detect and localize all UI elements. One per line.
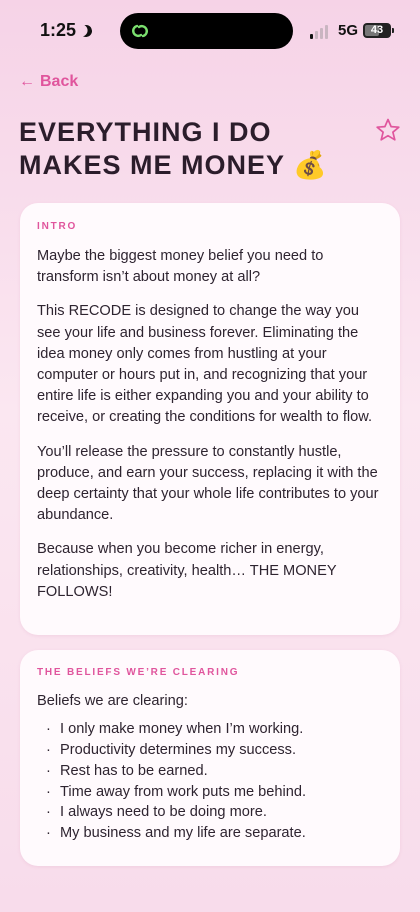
- status-bar: 1:25 5G 43: [0, 0, 420, 60]
- intro-paragraph: This RECODE is designed to change the wa…: [37, 303, 373, 426]
- belief-text: Rest has to be earned.: [60, 762, 208, 779]
- battery-icon: 43: [363, 23, 391, 38]
- belief-text: I only make money when I’m working.: [60, 721, 304, 738]
- dynamic-island: [120, 13, 293, 49]
- beliefs-card: THE BELIEFS WE’RE CLEARING Beliefs we ar…: [20, 650, 400, 866]
- list-item: · Productivity determines my success.: [37, 740, 383, 761]
- bullet-icon: ·: [46, 825, 51, 842]
- bullet-icon: ·: [46, 762, 51, 779]
- star-icon[interactable]: [375, 117, 401, 143]
- cellular-signal-icon: [310, 25, 328, 39]
- intro-section-label: INTRO: [37, 221, 78, 232]
- back-label: Back: [40, 73, 79, 90]
- moon-icon: [78, 23, 93, 38]
- belief-list: · I only make money when I’m working. · Pr…: [37, 719, 383, 844]
- network-type: 5G: [338, 22, 359, 39]
- belief-text: I always need to be doing more.: [60, 804, 267, 821]
- belief-text: My business and my life are separate.: [60, 825, 306, 842]
- beliefs-section-label: THE BELIEFS WE’RE CLEARING: [37, 667, 240, 678]
- bullet-icon: ·: [46, 721, 51, 738]
- list-item: · My business and my life are separate.: [37, 823, 383, 844]
- list-item: · I only make money when I’m working.: [37, 719, 383, 740]
- status-time: 1:25: [40, 20, 92, 41]
- bullet-icon: ·: [46, 783, 51, 800]
- app-link-icon: [132, 24, 148, 38]
- bullet-icon: ·: [46, 742, 51, 758]
- belief-text: Productivity determines my success.: [60, 742, 297, 758]
- time-text: 1:25: [40, 20, 77, 40]
- intro-paragraph: Maybe the biggest money belief you need …: [37, 248, 324, 286]
- back-button[interactable]: ← Back: [19, 73, 78, 91]
- back-arrow-icon: ←: [19, 73, 35, 90]
- belief-text: Time away from work puts me behind.: [60, 783, 307, 800]
- bullet-icon: ·: [46, 804, 51, 821]
- intro-paragraph: Because when you become richer in energy…: [37, 541, 337, 600]
- battery-level: 43: [370, 24, 384, 36]
- intro-paragraph: You’ll release the pressure to constantl…: [37, 443, 379, 524]
- list-item: · Rest has to be earned.: [37, 761, 383, 782]
- intro-card: INTRO Maybe the biggest money belief you…: [20, 203, 400, 635]
- list-item: · I always need to be doing more.: [37, 802, 383, 823]
- page-title: EVERYTHING I DO MAKES ME MONEY 💰: [19, 117, 328, 180]
- beliefs-lead: Beliefs we are clearing:: [37, 693, 188, 709]
- list-item: · Time away from work puts me behind.: [37, 782, 383, 803]
